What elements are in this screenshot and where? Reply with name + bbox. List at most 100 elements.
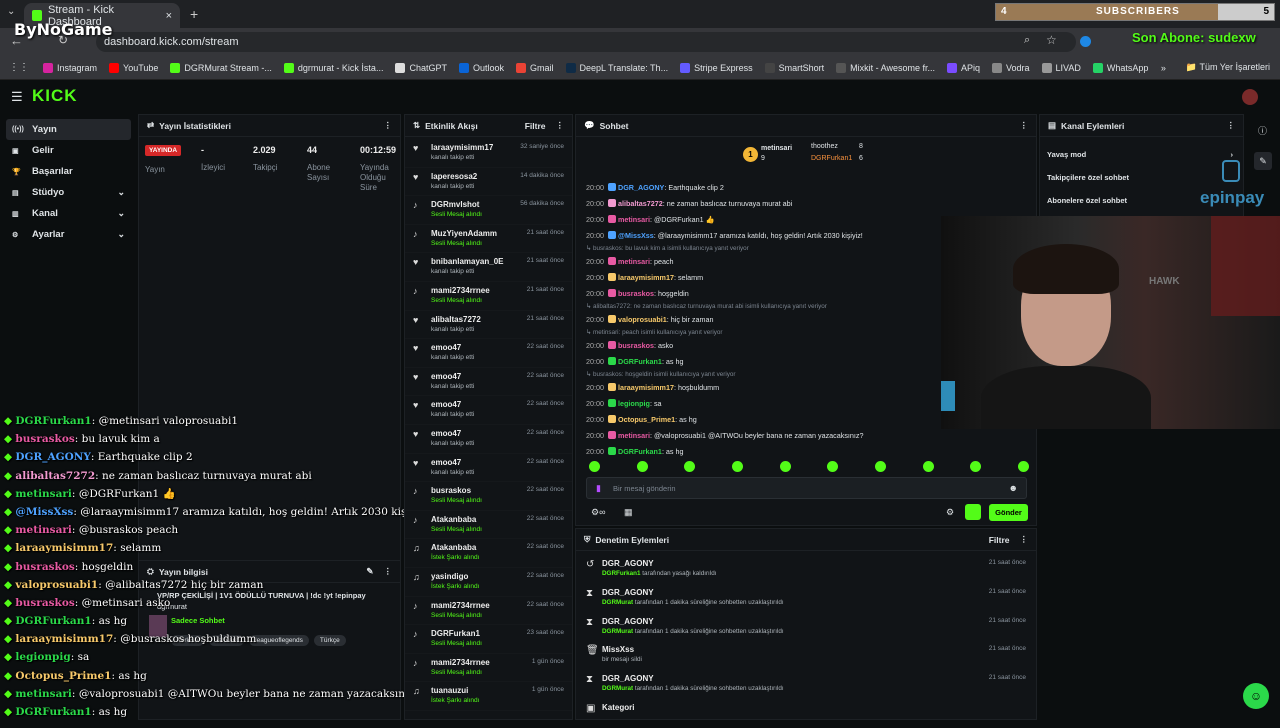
- chat-tools-icon[interactable]: ⚙∞: [591, 507, 605, 518]
- chat-user[interactable]: laraaymisimm17: [618, 273, 674, 282]
- help-chat-icon[interactable]: ☺: [1243, 683, 1269, 709]
- filter-button[interactable]: Filtre: [989, 535, 1010, 545]
- zoom-icon[interactable]: ⌕: [1024, 34, 1030, 47]
- moderation-item[interactable]: ⧗ DGR_AGONY DGRMurat tarafından 1 dakika s…: [576, 670, 1036, 699]
- emote-icon[interactable]: [636, 461, 648, 472]
- activity-item[interactable]: ♫ yasindigo İstek Şarkı alındı 22 saat önce: [405, 568, 572, 597]
- chat-user[interactable]: busraskos: [618, 289, 654, 298]
- emote-icon[interactable]: [731, 461, 743, 472]
- bookmark-item[interactable]: dgrmurat - Kick İsta...: [283, 62, 383, 73]
- kebab-icon[interactable]: ⋮: [1020, 120, 1029, 131]
- activity-item[interactable]: ♥ emoo47 kanalı takip etti 22 saat önce: [405, 368, 572, 397]
- moderation-item[interactable]: ⧗ DGR_AGONY DGRMurat tarafından 1 dakika s…: [576, 613, 1036, 642]
- bookmark-item[interactable]: Stripe Express: [680, 62, 753, 73]
- tab-close-icon[interactable]: ×: [166, 10, 172, 22]
- chat-message[interactable]: 20:00 DGRFurkan1: as hg: [576, 444, 1036, 460]
- mic-icon[interactable]: ▮: [596, 483, 601, 494]
- all-bookmarks[interactable]: 📁 Tüm Yer İşaretleri: [1186, 62, 1270, 73]
- kebab-icon[interactable]: ⋮: [384, 120, 393, 131]
- kebab-icon[interactable]: ⋮: [556, 120, 565, 131]
- chat-input[interactable]: ▮ Bir mesaj gönderin ☻: [586, 477, 1027, 499]
- chat-user[interactable]: DGRFurkan1: [618, 447, 662, 456]
- activity-item[interactable]: ♥ emoo47 kanalı takip etti 22 saat önce: [405, 454, 572, 483]
- chat-user[interactable]: legionpig: [618, 399, 650, 408]
- avatar[interactable]: [1242, 89, 1258, 105]
- kebab-icon[interactable]: ⋮: [1020, 534, 1029, 545]
- gift-icon[interactable]: ▦: [624, 507, 633, 518]
- sidebar-item-başarılar[interactable]: 🏆 Başarılar: [6, 161, 131, 182]
- bookmark-item[interactable]: LIVAD: [1041, 62, 1081, 73]
- chat-user[interactable]: busraskos: [618, 341, 654, 350]
- info-icon[interactable]: ⓘ: [1258, 124, 1267, 137]
- moderation-item[interactable]: 🗑 MissXss bir mesajı sildi 21 saat önce: [576, 641, 1036, 670]
- sidebar-item-kanal[interactable]: ▥ Kanal ⌄: [6, 203, 131, 224]
- chat-user[interactable]: metinsari: [618, 257, 650, 266]
- chat-user[interactable]: metinsari: [618, 215, 650, 224]
- url-input[interactable]: dashboard.kick.com/stream: [96, 32, 1076, 52]
- extension-icon[interactable]: [1080, 36, 1091, 47]
- activity-item[interactable]: ♥ emoo47 kanalı takip etti 22 saat önce: [405, 339, 572, 368]
- chat-user[interactable]: Octopus_Prime1: [618, 415, 675, 424]
- sidebar-item-yayın[interactable]: ((•)) Yayın: [6, 119, 131, 140]
- bookmark-item[interactable]: DGRMurat Stream -...: [170, 62, 272, 73]
- emote-icon[interactable]: [922, 461, 934, 472]
- bookmark-star-icon[interactable]: ☆: [1046, 33, 1057, 47]
- channel-action-item[interactable]: Yavaş mod ›: [1040, 143, 1243, 166]
- bookmark-item[interactable]: Mixkit - Awesome fr...: [836, 62, 935, 73]
- chat-user[interactable]: alibaltas7272: [618, 199, 663, 208]
- chat-message[interactable]: 20:00 metinsari: @valoprosuabi1 @AITWOu b…: [576, 428, 1036, 444]
- new-tab-icon[interactable]: +: [190, 6, 198, 22]
- menu-icon[interactable]: ☰: [11, 89, 23, 105]
- kick-logo[interactable]: KICK: [32, 86, 78, 106]
- activity-item[interactable]: ♪ mami2734rrnee Sesli Mesaj alındı 1 gün ön…: [405, 654, 572, 683]
- bookmark-item[interactable]: WhatsApp: [1092, 62, 1148, 73]
- chat-user[interactable]: metinsari: [618, 431, 650, 440]
- emote-icon[interactable]: [779, 461, 791, 472]
- bookmark-item[interactable]: Vodra: [992, 62, 1030, 73]
- bookmark-item[interactable]: SmartShort: [764, 62, 824, 73]
- activity-item[interactable]: ♪ DGRFurkan1 Sesli Mesaj alındı 23 saat önc…: [405, 625, 572, 654]
- emote-icon[interactable]: [1017, 461, 1029, 472]
- activity-item[interactable]: ♫ Atakanbaba İstek Şarkı alındı 22 saat önc…: [405, 539, 572, 568]
- chat-user[interactable]: @MissXss: [618, 231, 654, 240]
- channel-action-item[interactable]: Takipçilere özel sohbet: [1040, 166, 1243, 189]
- bookmark-item[interactable]: ChatGPT: [395, 62, 447, 73]
- chat-settings-icon[interactable]: ⚙: [946, 507, 954, 518]
- activity-item[interactable]: ♪ busraskos Sesli Mesaj alındı 22 saat önce: [405, 482, 572, 511]
- filter-button[interactable]: Filtre: [525, 121, 546, 131]
- activity-item[interactable]: ♥ bnibanlamayan_0E kanalı takip etti 21 saa…: [405, 253, 572, 282]
- emoji-icon[interactable]: ☻: [1009, 483, 1018, 493]
- bookmark-item[interactable]: DeepL Translate: Th...: [565, 62, 668, 73]
- activity-item[interactable]: ♪ mami2734rrnee Sesli Mesaj alındı 21 saat …: [405, 282, 572, 311]
- emote-icon[interactable]: [827, 461, 839, 472]
- chat-user[interactable]: DGRFurkan1: [618, 357, 662, 366]
- apps-grid-icon[interactable]: ⋮⋮: [9, 62, 29, 73]
- moderation-item[interactable]: ↺ DGR_AGONY DGRFurkan1 tarafından yasağı k…: [576, 555, 1036, 584]
- activity-item[interactable]: ♪ DGRmvlshot Sesli Mesaj alındı 56 dakika ö…: [405, 196, 572, 225]
- moderation-item[interactable]: ▣ Kategori: [576, 699, 1036, 728]
- emote-icon[interactable]: [589, 461, 600, 472]
- bookmark-item[interactable]: Gmail: [516, 62, 554, 73]
- chat-message[interactable]: 20:00 alibaltas7272: ne zaman baslıcaz tu…: [576, 196, 1036, 212]
- activity-item[interactable]: ♥ emoo47 kanalı takip etti 22 saat önce: [405, 425, 572, 454]
- moderation-item[interactable]: ⧗ DGR_AGONY DGRMurat tarafından 1 dakika s…: [576, 584, 1036, 613]
- bookmark-item[interactable]: YouTube: [109, 62, 158, 73]
- chat-user[interactable]: DGR_AGONY: [618, 183, 664, 192]
- emote-icon[interactable]: [970, 461, 982, 472]
- sidebar-item-gelir[interactable]: ▣ Gelir: [6, 140, 131, 161]
- kebab-icon[interactable]: ⋮: [1227, 120, 1236, 131]
- activity-item[interactable]: ♪ Atakanbaba Sesli Mesaj alındı 22 saat önc…: [405, 511, 572, 540]
- bookmark-item[interactable]: Outlook: [458, 62, 504, 73]
- chat-user[interactable]: valoprosuabi1: [618, 315, 667, 324]
- activity-item[interactable]: ♥ emoo47 kanalı takip etti 22 saat önce: [405, 396, 572, 425]
- bookmark-item[interactable]: Instagram: [43, 62, 97, 73]
- sidebar-item-stüdyo[interactable]: ▤ Stüdyo ⌄: [6, 182, 131, 203]
- kick-emote-icon[interactable]: [965, 504, 981, 520]
- activity-item[interactable]: ♪ mami2734rrnee Sesli Mesaj alındı 22 saat …: [405, 597, 572, 626]
- bookmark-item[interactable]: APiq: [946, 62, 980, 73]
- activity-item[interactable]: ♫ tuanauzui İstek Şarkı alındı 1 gün önce: [405, 682, 572, 711]
- tab-list-icon[interactable]: ⌄: [7, 6, 15, 17]
- chat-message[interactable]: 20:00 DGR_AGONY: Earthquake clip 2: [576, 180, 1036, 196]
- edit-icon[interactable]: ✎: [1254, 152, 1272, 170]
- send-button[interactable]: Gönder: [989, 504, 1028, 521]
